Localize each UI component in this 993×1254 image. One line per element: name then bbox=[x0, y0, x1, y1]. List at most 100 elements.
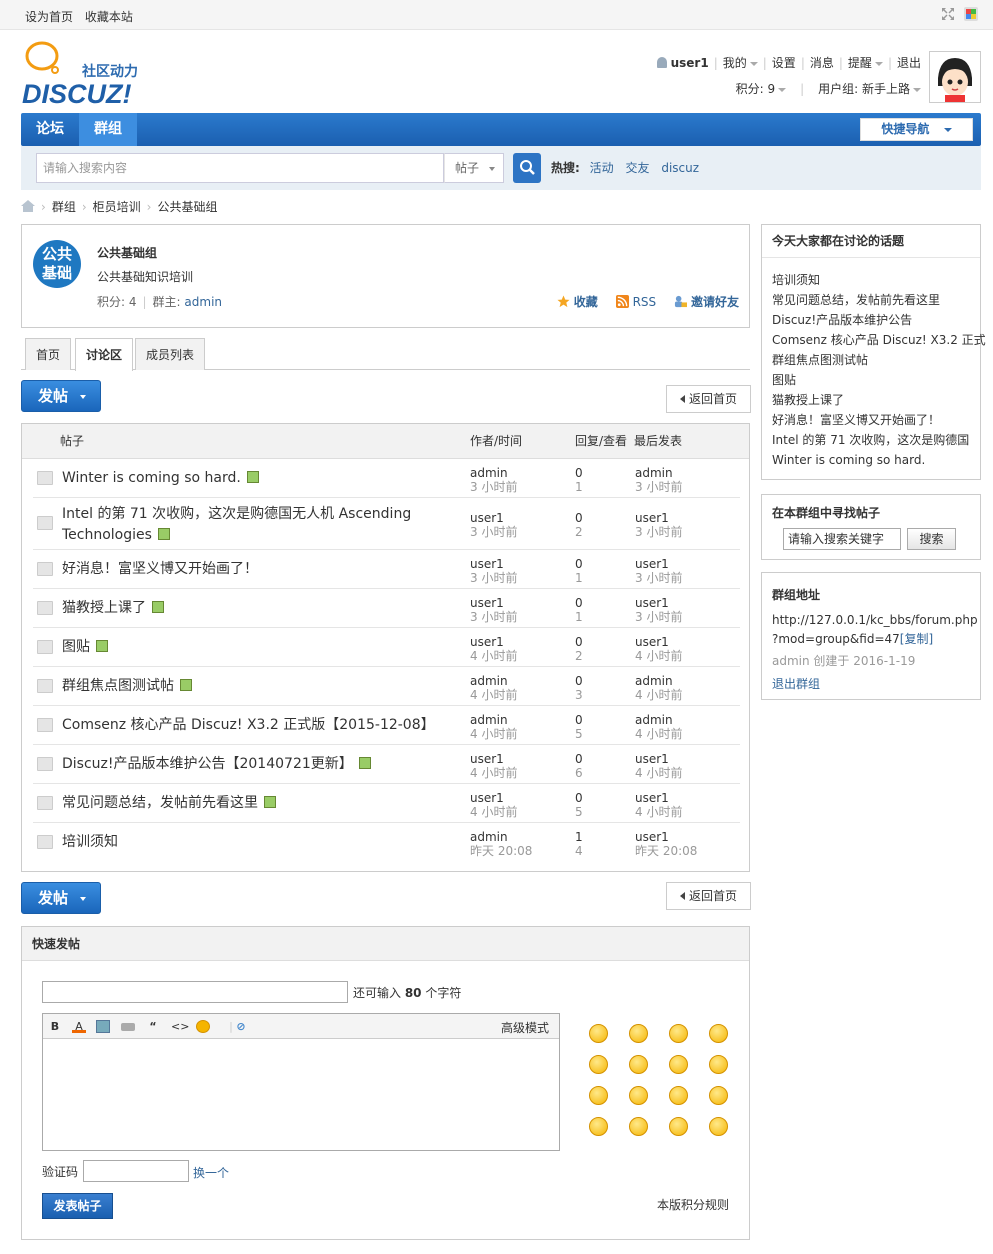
group-owner-link[interactable]: admin bbox=[184, 295, 222, 309]
post-editor[interactable]: B A “ <> | ⊘ 高级模式 bbox=[42, 1013, 560, 1151]
copy-url-link[interactable]: [复制] bbox=[900, 632, 933, 646]
thread-title[interactable]: 常见问题总结，发帖前先看这里 bbox=[62, 793, 276, 814]
tab-home[interactable]: 首页 bbox=[25, 338, 72, 370]
author-link[interactable]: user1 bbox=[470, 752, 517, 766]
smiley-icon[interactable] bbox=[709, 1055, 728, 1074]
smiley-icon[interactable] bbox=[629, 1117, 648, 1136]
smiley-icon[interactable] bbox=[589, 1086, 608, 1105]
thread-row[interactable]: 好消息！富坚义博又开始画了！ user1 3 小时前 0 1 user1 3 小时前 bbox=[33, 550, 740, 589]
smiley-icon[interactable] bbox=[629, 1086, 648, 1105]
quote-icon[interactable]: “ bbox=[146, 1020, 160, 1033]
username-link[interactable]: user1 bbox=[671, 56, 709, 70]
favorite-button[interactable]: 收藏 bbox=[557, 295, 598, 309]
author-link[interactable]: user1 bbox=[470, 511, 517, 525]
usergroup-menu[interactable]: 用户组: 新手上路 bbox=[818, 82, 921, 96]
thread-title[interactable]: 培训须知 bbox=[62, 832, 118, 853]
last-poster-link[interactable]: user1 bbox=[635, 511, 682, 525]
hot-topic-link[interactable]: Discuz!产品版本维护公告 bbox=[772, 313, 912, 327]
invite-button[interactable]: 邀请好友 bbox=[674, 295, 739, 309]
thread-row[interactable]: 常见问题总结，发帖前先看这里 user1 4 小时前 0 5 user1 4 小时前 bbox=[33, 784, 740, 823]
attachment-icon[interactable]: ⊘ bbox=[234, 1020, 248, 1033]
thread-title[interactable]: 好消息！富坚义博又开始画了！ bbox=[62, 559, 258, 580]
nav-item-forum[interactable]: 论坛 bbox=[21, 113, 79, 146]
hot-topic-link[interactable]: 群组焦点图测试帖 bbox=[772, 353, 868, 367]
smiley-icon[interactable] bbox=[589, 1024, 608, 1043]
last-poster-link[interactable]: user1 bbox=[635, 596, 682, 610]
bold-icon[interactable]: B bbox=[48, 1020, 62, 1033]
thread-row[interactable]: 培训须知 admin 昨天 20:08 1 4 user1 昨天 20:08 bbox=[33, 823, 740, 862]
hot-topic-link[interactable]: Intel 的第 71 次收购，这次是购德国 bbox=[772, 433, 969, 447]
author-link[interactable]: admin bbox=[470, 674, 517, 688]
hot-search-item[interactable]: 活动 bbox=[590, 161, 614, 175]
logout-link[interactable]: 退出 bbox=[897, 56, 921, 70]
messages-link[interactable]: 消息 bbox=[810, 56, 834, 70]
rss-button[interactable]: RSS bbox=[615, 295, 656, 309]
site-logo[interactable]: 社区动力 DISCUZ! bbox=[22, 40, 157, 109]
hot-topic-link[interactable]: 图贴 bbox=[772, 373, 796, 387]
smiley-icon[interactable] bbox=[196, 1020, 210, 1033]
hot-topic-link[interactable]: Comsenz 核心产品 Discuz! X3.2 正式 bbox=[772, 333, 986, 347]
smiley-icon[interactable] bbox=[669, 1024, 688, 1043]
new-post-button[interactable]: 发帖 bbox=[21, 882, 101, 914]
smiley-icon[interactable] bbox=[589, 1117, 608, 1136]
last-poster-link[interactable]: user1 bbox=[635, 830, 697, 844]
settings-link[interactable]: 设置 bbox=[772, 56, 796, 70]
fullscreen-icon[interactable] bbox=[941, 7, 955, 21]
bookmark-link[interactable]: 收藏本站 bbox=[85, 10, 133, 24]
hot-search-item[interactable]: 交友 bbox=[625, 161, 649, 175]
last-poster-link[interactable]: user1 bbox=[635, 752, 682, 766]
thread-title[interactable]: Discuz!产品版本维护公告【20140721更新】 bbox=[62, 754, 371, 775]
my-menu[interactable]: 我的 bbox=[723, 56, 758, 70]
breadcrumb-item[interactable]: 公共基础组 bbox=[157, 200, 217, 214]
captcha-change-link[interactable]: 换一个 bbox=[193, 1164, 229, 1181]
author-link[interactable]: user1 bbox=[470, 596, 517, 610]
font-color-icon[interactable]: A bbox=[72, 1020, 86, 1033]
nav-item-group[interactable]: 群组 bbox=[79, 113, 137, 146]
link-icon[interactable] bbox=[121, 1023, 135, 1031]
smiley-icon[interactable] bbox=[589, 1055, 608, 1074]
quit-group-link[interactable]: 退出群组 bbox=[772, 675, 820, 692]
thread-row[interactable]: Discuz!产品版本维护公告【20140721更新】 user1 4 小时前 0 6 u… bbox=[33, 745, 740, 784]
thread-title[interactable]: Comsenz 核心产品 Discuz! X3.2 正式版【2015-12-08… bbox=[62, 715, 435, 736]
hot-search-item[interactable]: discuz bbox=[661, 161, 699, 175]
thread-title[interactable]: 图贴 bbox=[62, 637, 108, 658]
smiley-icon[interactable] bbox=[669, 1055, 688, 1074]
thread-row[interactable]: 猫教授上课了 user1 3 小时前 0 1 user1 3 小时前 bbox=[33, 589, 740, 628]
captcha-input[interactable] bbox=[83, 1160, 189, 1182]
tab-discussion[interactable]: 讨论区 bbox=[75, 338, 134, 371]
quick-nav-button[interactable]: 快捷导航 bbox=[860, 118, 973, 141]
author-link[interactable]: user1 bbox=[470, 557, 517, 571]
code-icon[interactable]: <> bbox=[171, 1020, 189, 1033]
last-poster-link[interactable]: user1 bbox=[635, 791, 682, 805]
last-poster-link[interactable]: admin bbox=[635, 674, 682, 688]
author-link[interactable]: user1 bbox=[470, 635, 517, 649]
thread-row[interactable]: 图贴 user1 4 小时前 0 2 user1 4 小时前 bbox=[33, 628, 740, 667]
remind-menu[interactable]: 提醒 bbox=[848, 56, 883, 70]
hot-topic-link[interactable]: Winter is coming so hard. bbox=[772, 453, 925, 467]
author-link[interactable]: admin bbox=[470, 466, 517, 480]
author-link[interactable]: admin bbox=[470, 713, 517, 727]
smiley-icon[interactable] bbox=[709, 1117, 728, 1136]
tab-members[interactable]: 成员列表 bbox=[135, 338, 206, 370]
last-poster-link[interactable]: admin bbox=[635, 466, 682, 480]
credit-rules-link[interactable]: 本版积分规则 bbox=[657, 1196, 729, 1213]
last-poster-link[interactable]: admin bbox=[635, 713, 682, 727]
thread-title[interactable]: Winter is coming so hard. bbox=[62, 468, 259, 489]
thread-row[interactable]: Winter is coming so hard. admin 3 小时前 0 1 adm… bbox=[33, 459, 740, 498]
thread-row[interactable]: 群组焦点图测试帖 admin 4 小时前 0 3 admin 4 小时前 bbox=[33, 667, 740, 706]
breadcrumb-item[interactable]: 柜员培训 bbox=[93, 200, 141, 214]
smiley-icon[interactable] bbox=[709, 1024, 728, 1043]
hot-topic-link[interactable]: 好消息！富坚义博又开始画了！ bbox=[772, 413, 940, 427]
post-title-input[interactable] bbox=[42, 981, 348, 1003]
search-input[interactable]: 请输入搜索内容 bbox=[36, 153, 444, 183]
search-button[interactable] bbox=[513, 153, 541, 183]
thread-title[interactable]: Intel 的第 71 次收购，这次是购德国无人机 Ascending Techn… bbox=[62, 504, 411, 546]
theme-color-icon[interactable] bbox=[964, 7, 978, 21]
last-poster-link[interactable]: user1 bbox=[635, 557, 682, 571]
set-home-link[interactable]: 设为首页 bbox=[25, 10, 73, 24]
thread-title[interactable]: 猫教授上课了 bbox=[62, 598, 164, 619]
author-link[interactable]: admin bbox=[470, 830, 532, 844]
back-home-button[interactable]: 返回首页 bbox=[666, 882, 751, 910]
group-search-button[interactable]: 搜索 bbox=[907, 528, 956, 550]
avatar[interactable] bbox=[929, 51, 981, 103]
